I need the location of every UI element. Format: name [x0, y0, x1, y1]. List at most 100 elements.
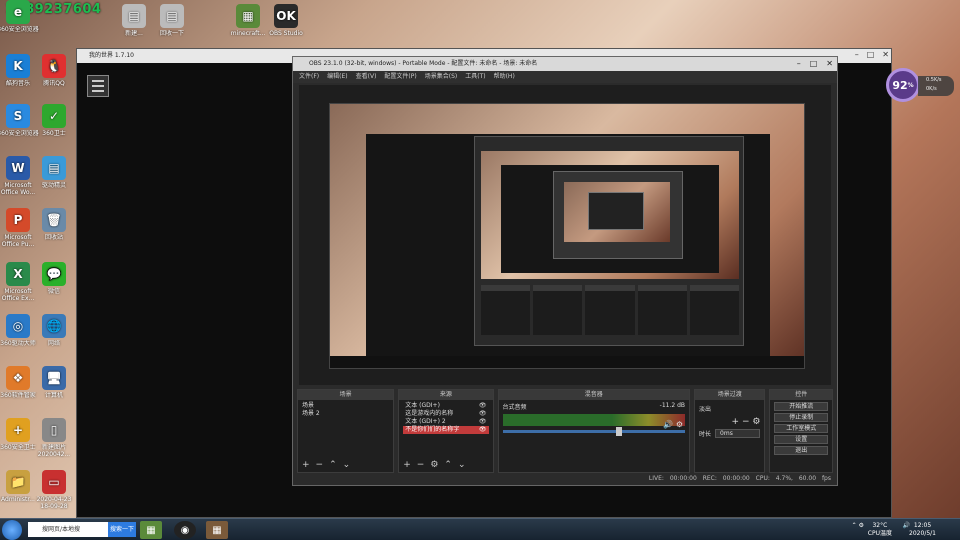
window-controls: – □ ✕ [855, 50, 889, 59]
scene-item[interactable]: 场景 [302, 402, 389, 410]
desktop-icon[interactable]: 💬 微信 [32, 262, 76, 302]
app-icon: 🌐 [42, 314, 66, 338]
close-icon[interactable]: ✕ [826, 57, 833, 71]
search-button[interactable]: 搜索一下 [108, 522, 136, 537]
down-icon[interactable]: ⌄ [343, 460, 351, 470]
menu-scene-collection[interactable]: 场景集合(S) [425, 71, 458, 83]
maximize-icon[interactable]: □ [867, 50, 875, 59]
app-icon: 🖥 [42, 366, 66, 390]
obs-preview[interactable] [299, 85, 831, 385]
source-item[interactable]: 文本 (GDI+) 👁 [403, 402, 488, 410]
desktop-icon-label: 腾讯QQ [43, 80, 65, 87]
stop-recording-button[interactable]: 停止录制 [774, 413, 828, 422]
controls-dock-title: 控件 [770, 390, 832, 400]
app-icon: 📁 [6, 470, 30, 494]
search-input[interactable]: 搜网页/本地搜 [28, 522, 108, 537]
transition-select[interactable]: 淡出 [695, 400, 764, 417]
desktop-icon[interactable]: ▤ 驱动精灵 [32, 156, 76, 196]
gear-icon[interactable]: ⚙ [752, 417, 760, 427]
app-icon: ✓ [42, 104, 66, 128]
source-item[interactable]: 文本 (GDI+) 2 👁 [403, 418, 488, 426]
cpu-fps: CPU: 4.7%, 60.00 fps [755, 475, 831, 482]
speaker-icon[interactable]: 🔊 [663, 420, 673, 429]
add-icon[interactable]: + [732, 417, 740, 427]
add-icon[interactable]: + [302, 460, 310, 470]
up-icon[interactable]: ⌃ [329, 460, 337, 470]
eye-icon: 👁 [478, 418, 487, 425]
studio-mode-button[interactable]: 工作室模式 [774, 424, 828, 433]
scenes-dock: 场景 场景 场景 2 + − ⌃ ⌄ [297, 389, 395, 473]
minimize-icon[interactable]: – [797, 57, 801, 71]
volume-slider[interactable] [502, 427, 686, 436]
minimize-icon[interactable]: – [855, 50, 859, 59]
settings-button[interactable]: 设置 [774, 435, 828, 444]
obs-menubar: 文件(F) 编辑(E) 查看(V) 配置文件(P) 场景集合(S) 工具(T) … [293, 71, 837, 83]
tray-icons[interactable]: ⌃ ⚙ [852, 522, 864, 530]
desktop-icon[interactable]: 🖥 计算机 [32, 366, 76, 406]
mixer-track-name: 台式音频 [502, 404, 527, 411]
desktop-icon[interactable]: ✓ 360卫士 [32, 104, 76, 144]
menu-help[interactable]: 帮助(H) [494, 71, 515, 83]
net-down-speed: 0K/s [926, 86, 937, 92]
menu-file[interactable]: 文件(F) [299, 71, 319, 83]
desktop-icon[interactable]: ▤ 回收一下 [150, 4, 194, 44]
remove-icon[interactable]: − [316, 460, 324, 470]
gear-icon[interactable]: ⚙ [676, 420, 683, 429]
minecraft-taskbar-icon[interactable]: ▦ [206, 521, 228, 539]
obs-docks: 场景 场景 场景 2 + − ⌃ ⌄ 来源 文本 (GDI+) 👁 这是游戏内的名… [297, 389, 833, 473]
app-icon: 💬 [42, 262, 66, 286]
down-icon[interactable]: ⌄ [458, 460, 466, 470]
eye-icon: 👁 [478, 426, 487, 433]
desktop-icon[interactable]: ▭ 2020-04-23 18-09-28 [32, 470, 76, 510]
minecraft-launcher-icon[interactable]: ▦ [140, 521, 162, 539]
desktop-icon[interactable]: OK OBS Studio [264, 4, 308, 44]
menu-profile[interactable]: 配置文件(P) [384, 71, 416, 83]
close-icon[interactable]: ✕ [882, 50, 889, 59]
mixer-dock: 混音器 台式音频 -11.2 dB 🔊 ⚙ [497, 389, 691, 473]
gear-icon[interactable]: ⚙ [430, 460, 438, 470]
obs-title: OBS 23.1.0 (32-bit, windows) - Portable … [309, 60, 538, 67]
mixer-dock-title: 混音器 [498, 390, 690, 400]
up-icon[interactable]: ⌃ [444, 460, 452, 470]
desktop-icon-label: 驱动精灵 [41, 182, 66, 189]
transitions-dock-title: 场景过渡 [695, 390, 765, 400]
menu-tools[interactable]: 工具(T) [465, 71, 485, 83]
eye-icon: 👁 [478, 410, 487, 417]
desktop-icon-label: 360安全浏览器 [0, 26, 39, 33]
app-icon: ▤ [160, 4, 184, 28]
desktop-icon[interactable]: 🐧 腾讯QQ [32, 54, 76, 94]
remove-icon[interactable]: − [742, 417, 750, 427]
duration-input[interactable]: 0ms [715, 429, 761, 438]
start-button[interactable] [2, 520, 22, 540]
source-item[interactable]: 这是游戏内的名称 👁 [403, 410, 488, 418]
app-icon: ❖ [6, 366, 30, 390]
scenes-dock-title: 场景 [298, 390, 394, 400]
menu-view[interactable]: 查看(V) [356, 71, 377, 83]
desktop-icon-label: 回收一下 [159, 30, 184, 37]
sources-dock-title: 来源 [399, 390, 493, 400]
source-item-selected[interactable]: 不是你们们的名称字 👁 [403, 426, 489, 434]
menu-edit[interactable]: 编辑(E) [327, 71, 347, 83]
desktop-icon-label: 网络 [47, 340, 60, 347]
exit-button[interactable]: 退出 [774, 446, 828, 455]
recursive-preview-obs [474, 136, 744, 346]
start-streaming-button[interactable]: 开始推流 [774, 402, 828, 411]
desktop-icon[interactable]: 🌐 网络 [32, 314, 76, 354]
app-icon: ▦ [236, 4, 260, 28]
scene-item[interactable]: 场景 2 [302, 410, 389, 418]
transitions-dock: 场景过渡 淡出 + − ⚙ 时长 0ms [694, 389, 766, 473]
add-icon[interactable]: + [403, 460, 411, 470]
obs-window[interactable]: OBS 23.1.0 (32-bit, windows) - Portable … [292, 56, 838, 486]
clock[interactable]: 12:05 2020/5/1 [909, 522, 936, 538]
obs-taskbar-icon[interactable]: ◉ [174, 521, 196, 539]
maximize-icon[interactable]: □ [810, 57, 818, 71]
desktop-icon-label: 360卫士 [42, 130, 66, 137]
desktop-icon[interactable]: ▯ 新建图片 2020042... [32, 418, 76, 458]
hamburger-menu-icon[interactable] [87, 75, 109, 97]
desktop-icon[interactable]: e 360安全浏览器 [0, 0, 40, 40]
performance-gauge[interactable]: 92% [886, 68, 920, 102]
app-icon: OK [274, 4, 298, 28]
remove-icon[interactable]: − [417, 460, 425, 470]
obs-status-bar: LIVE: 00:00:00 REC: 00:00:00 CPU: 4.7%, … [293, 473, 837, 485]
desktop-icon[interactable]: 🗑 回收站 [32, 208, 76, 248]
